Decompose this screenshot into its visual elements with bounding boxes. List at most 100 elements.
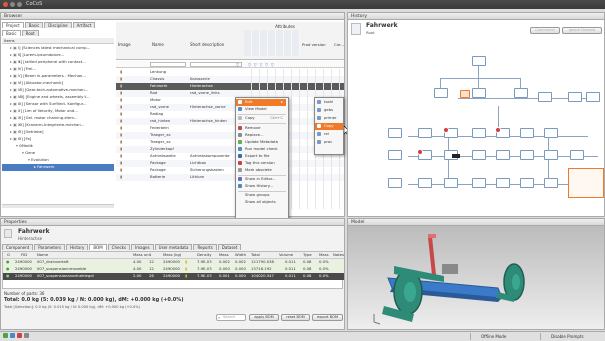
reset-bom-button[interactable]: reset BOM bbox=[281, 314, 310, 321]
history-node[interactable] bbox=[418, 128, 432, 138]
menu-item-run-model-check[interactable]: Run model check bbox=[236, 146, 286, 153]
bom-row[interactable]: ● 2490000 007_drainvertaft 4.00 12 24900… bbox=[3, 259, 344, 266]
tree-item[interactable]: ▸ ▣ Ⅻ] [Kranarm-Integrierte-mechan... bbox=[2, 122, 114, 129]
tab-history[interactable]: History bbox=[66, 244, 89, 250]
history-node[interactable] bbox=[472, 150, 486, 160]
tab-parameters[interactable]: Parameters bbox=[34, 244, 66, 250]
submenu-item[interactable]: toshl bbox=[315, 99, 343, 106]
minimize-window-icon[interactable] bbox=[10, 2, 15, 7]
menu-item-show-all-objects[interactable]: Show all objects bbox=[236, 199, 286, 206]
history-node[interactable] bbox=[520, 178, 534, 188]
submenu-item[interactable]: primer bbox=[315, 115, 343, 122]
subtab-root[interactable]: Root bbox=[21, 30, 39, 36]
tab-user-metadata[interactable]: User metadata bbox=[154, 244, 193, 250]
export-bom-button[interactable]: export BOM bbox=[312, 314, 343, 321]
menu-item-export[interactable]: Export to file bbox=[236, 153, 286, 160]
tree-item[interactable]: ▾ 0Medik bbox=[2, 143, 114, 150]
tree-item[interactable]: ▸ ▣ ⚙] [Fe] bbox=[2, 136, 114, 143]
tree-item[interactable]: ▾ Gene bbox=[2, 150, 114, 157]
selected-version-box[interactable] bbox=[568, 168, 604, 198]
name-filter-input[interactable] bbox=[150, 62, 186, 67]
col-created[interactable]: Cre... bbox=[334, 42, 344, 47]
menu-item-update-metadata[interactable]: Update Metadata bbox=[236, 139, 286, 146]
col-name[interactable]: Name bbox=[152, 42, 182, 47]
history-node[interactable] bbox=[514, 88, 528, 98]
history-node[interactable] bbox=[544, 128, 558, 138]
tab-dataset[interactable]: Dataset bbox=[217, 244, 242, 250]
error-marker-icon[interactable] bbox=[495, 127, 501, 133]
menu-item-show-in-editor[interactable]: Show in Editor... bbox=[236, 176, 286, 183]
subtab-basic[interactable]: Basic bbox=[2, 30, 21, 36]
menu-item-remove[interactable]: Remove bbox=[236, 125, 286, 132]
description-filter-input[interactable] bbox=[190, 62, 242, 67]
tree-item[interactable]: ▸ ▣ Ⅹ] [Lim of Velocity, Motor and... bbox=[2, 108, 114, 115]
history-node[interactable] bbox=[570, 150, 584, 160]
tree-item[interactable]: ▸ ▣ Ⅰ] [Sciences latest mechanical comp.… bbox=[2, 45, 114, 52]
tab-checks[interactable]: Checks bbox=[107, 244, 131, 250]
history-node[interactable] bbox=[520, 128, 534, 138]
history-node[interactable] bbox=[418, 178, 432, 188]
submenu-item[interactable]: gebs bbox=[315, 107, 343, 114]
disable-prompts-status[interactable]: Disable Prompts bbox=[540, 333, 602, 340]
history-node[interactable] bbox=[544, 178, 558, 188]
tree-item[interactable]: ▸ ▣ Ⅺ] [Gel. motor chaining-elem... bbox=[2, 115, 114, 122]
history-node[interactable] bbox=[538, 92, 552, 102]
history-node[interactable] bbox=[444, 178, 458, 188]
tree-item[interactable]: ▸ ▣ Ⅷ] [Engine and wheels, assembly t... bbox=[2, 94, 114, 101]
maximize-window-icon[interactable] bbox=[17, 2, 22, 7]
tab-component[interactable]: Component bbox=[2, 244, 34, 250]
bom-row-selected[interactable]: ● 2490000 007_suspensionaronfuehlegdi 2.… bbox=[3, 273, 344, 280]
ignore-deleted-button[interactable]: Ignore Deleted bbox=[562, 27, 602, 34]
tab-artifact[interactable]: Artifact bbox=[72, 22, 96, 28]
history-node[interactable] bbox=[568, 92, 582, 102]
tab-reports[interactable]: Reports bbox=[193, 244, 217, 250]
menu-item-replace[interactable]: Replace... bbox=[236, 132, 286, 139]
attribute-filter-icons[interactable]: ▽▽▽▽▽ bbox=[248, 62, 300, 67]
tab-project[interactable]: Project bbox=[2, 22, 24, 28]
tree-item[interactable]: ▸ ▣ Ⅲ] [skilled peripheral with contact.… bbox=[2, 59, 114, 66]
history-node[interactable] bbox=[472, 178, 486, 188]
menu-item-show-groups[interactable]: Show groups bbox=[236, 192, 286, 199]
tab-basic[interactable]: Basic bbox=[24, 22, 44, 28]
apply-bom-button[interactable]: apply BOM bbox=[249, 314, 279, 321]
submenu-item[interactable]: rel bbox=[315, 131, 343, 138]
status-settings-icon[interactable] bbox=[24, 333, 29, 338]
tree-item[interactable]: ▾ Evolution bbox=[2, 157, 114, 164]
status-info-icon[interactable] bbox=[10, 333, 15, 338]
menu-item-tag-version[interactable]: Tag this version bbox=[236, 160, 286, 167]
tree-item[interactable]: ▸ ▣ Ⅱ] [Lorem-ipsumdolore... bbox=[2, 52, 114, 59]
bom-search-input[interactable]: Search bbox=[216, 314, 246, 321]
tree-horizontal-scrollbar[interactable] bbox=[2, 204, 114, 208]
col-short-description[interactable]: Short description bbox=[190, 42, 234, 47]
history-node[interactable] bbox=[434, 88, 448, 98]
history-node[interactable] bbox=[586, 92, 600, 102]
close-window-icon[interactable] bbox=[3, 2, 8, 7]
bom-row[interactable]: ● 2490000 007_suspensionnmoveble 4.00 12… bbox=[3, 266, 344, 273]
error-marker-icon[interactable] bbox=[417, 149, 423, 155]
menu-item-view-model[interactable]: View Model bbox=[236, 106, 286, 113]
comments-button[interactable]: Comments bbox=[530, 27, 560, 34]
tab-bom[interactable]: BOM bbox=[89, 244, 107, 250]
col-prod-version[interactable]: Prod version bbox=[302, 42, 332, 47]
tree-item[interactable]: ▸ ▣ Ⅸ] [Sensor with SurfVect. Konfigur..… bbox=[2, 101, 114, 108]
status-ok-icon[interactable] bbox=[3, 333, 8, 338]
history-node[interactable] bbox=[496, 150, 510, 160]
menu-item-edit[interactable]: Edit ▸ bbox=[236, 99, 286, 106]
tree-item[interactable]: ▸ ▣ ⚙] [Getriebe] bbox=[2, 129, 114, 136]
menu-item-mark-obsolete[interactable]: Mark obsolete bbox=[236, 167, 286, 174]
tree-item[interactable]: ▸ ▣ Ⅶ] [Gear-tech-automotive-mechan... bbox=[2, 87, 114, 94]
tab-images[interactable]: Images bbox=[131, 244, 154, 250]
offline-mode-status[interactable]: Offline Mode bbox=[470, 333, 526, 340]
history-node[interactable] bbox=[544, 150, 558, 160]
error-marker-icon[interactable] bbox=[443, 127, 449, 133]
filter-icon[interactable]: ▽ bbox=[236, 62, 239, 67]
history-node[interactable] bbox=[472, 56, 486, 66]
tree-item-selected[interactable]: ▸ Fahrwerk bbox=[2, 164, 114, 171]
history-node[interactable] bbox=[496, 178, 510, 188]
tree-item[interactable]: ▸ ▣ Ⅵ] [Aktuator-mechanik] bbox=[2, 80, 114, 87]
tree-item[interactable]: ▸ ▣ Ⅴ] [Beam in-parameters - Mechan... bbox=[2, 73, 114, 80]
submenu-item-selected[interactable]: Copy bbox=[315, 123, 343, 130]
tree-item[interactable]: ▸ ▣ Ⅳ] [Frei... bbox=[2, 66, 114, 73]
history-node[interactable] bbox=[520, 150, 534, 160]
submenu-item[interactable]: proc bbox=[315, 139, 343, 146]
